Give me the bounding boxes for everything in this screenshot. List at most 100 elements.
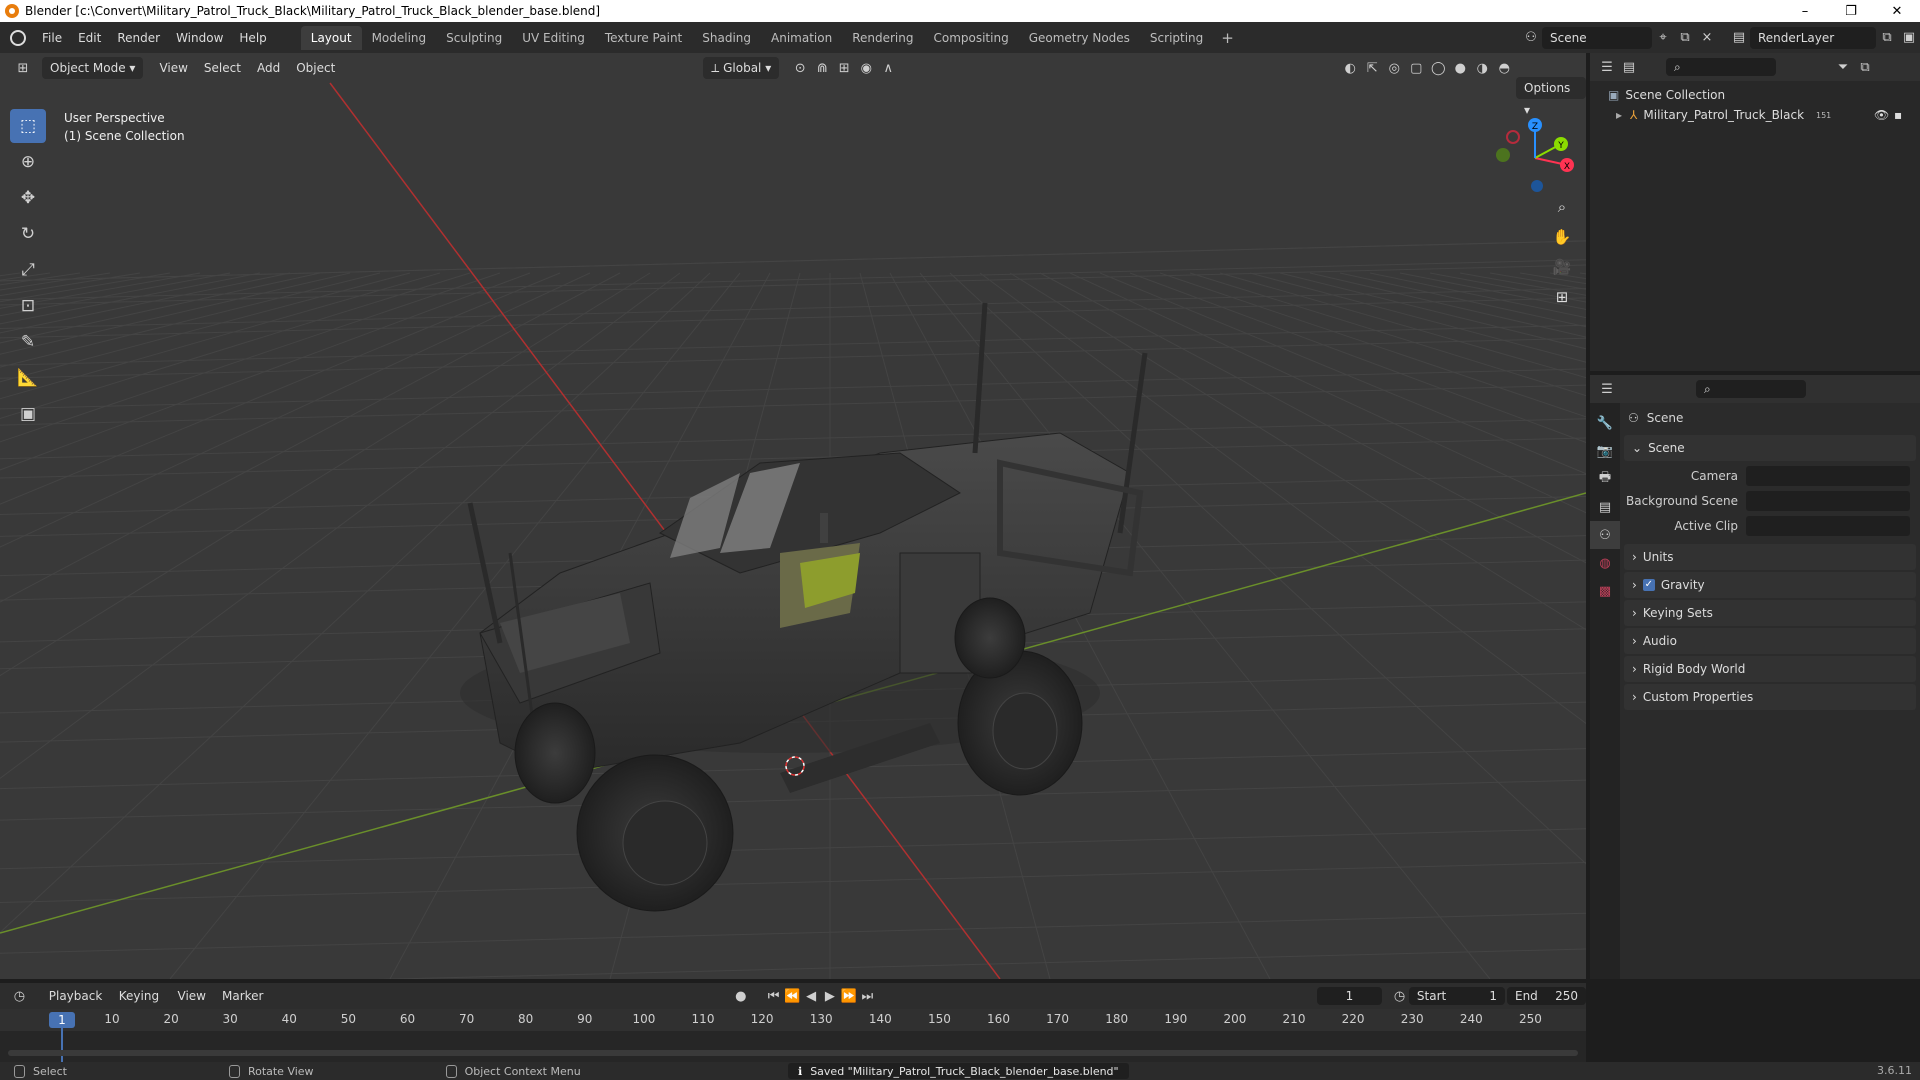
delete-view-layer-icon[interactable]: ▣ bbox=[1898, 27, 1920, 49]
render-camera-icon[interactable]: ▪ bbox=[1894, 108, 1902, 122]
jump-end-icon[interactable]: ⏭ bbox=[858, 985, 877, 1007]
menu-keying[interactable]: Keying ▾ bbox=[111, 985, 170, 1025]
3d-viewport[interactable]: ⊞ Object Mode ▾ View Select Add Object ⟂… bbox=[0, 53, 1586, 979]
new-scene-icon[interactable]: ⧉ bbox=[1674, 27, 1696, 49]
falloff-icon[interactable]: ∧ bbox=[877, 57, 899, 79]
menu-edit[interactable]: Edit bbox=[70, 27, 109, 49]
menu-playback[interactable]: Playback ▾ bbox=[41, 985, 111, 1025]
proportional-edit-icon[interactable]: ◉ bbox=[855, 57, 877, 79]
menu-marker[interactable]: Marker bbox=[214, 985, 271, 1007]
world-tab-icon[interactable]: ◍ bbox=[1590, 549, 1620, 577]
add-cube-icon[interactable]: ▣ bbox=[10, 397, 46, 431]
gizmo-neg-y-axis[interactable] bbox=[1496, 148, 1510, 162]
current-frame-indicator[interactable]: 1 bbox=[49, 1012, 75, 1028]
close-button[interactable]: ✕ bbox=[1874, 0, 1920, 22]
overlay-toggle-icon[interactable]: ◎ bbox=[1383, 57, 1405, 79]
tab-animation[interactable]: Animation bbox=[761, 26, 842, 50]
camera-field[interactable] bbox=[1746, 465, 1910, 486]
delete-scene-icon[interactable]: × bbox=[1696, 27, 1718, 49]
menu-add[interactable]: Add bbox=[249, 57, 288, 79]
gizmo-neg-x-axis[interactable] bbox=[1506, 130, 1520, 144]
menu-view[interactable]: View bbox=[151, 57, 195, 79]
current-frame-field[interactable]: 1 bbox=[1316, 987, 1383, 1005]
scene-tab-icon[interactable]: ⚇ bbox=[1590, 521, 1620, 549]
properties-search-input[interactable]: ⌕ bbox=[1696, 380, 1806, 398]
options-dropdown[interactable]: Options ▾ bbox=[1516, 77, 1586, 117]
background-scene-field[interactable] bbox=[1746, 490, 1910, 511]
maximize-button[interactable]: ❐ bbox=[1828, 0, 1874, 22]
visibility-eye-icon[interactable]: 👁 bbox=[1874, 108, 1889, 122]
view-layer-icon[interactable]: ▤ bbox=[1728, 27, 1750, 49]
tab-shading[interactable]: Shading bbox=[692, 26, 761, 50]
object-mode-dropdown[interactable]: Object Mode ▾ bbox=[42, 57, 144, 79]
scale-icon[interactable]: ⤢ bbox=[10, 253, 46, 287]
transform-icon[interactable]: ⊡ bbox=[10, 289, 46, 323]
zoom-icon[interactable]: ⌕ bbox=[1548, 193, 1576, 221]
tab-geometry-nodes[interactable]: Geometry Nodes bbox=[1019, 26, 1140, 50]
blender-menu-icon[interactable] bbox=[10, 29, 26, 46]
move-icon[interactable]: ✥ bbox=[10, 181, 46, 215]
snap-target-icon[interactable]: ⊞ bbox=[833, 57, 855, 79]
panel-keying-sets[interactable]: › Keying Sets bbox=[1624, 600, 1916, 626]
play-reverse-icon[interactable]: ◀ bbox=[802, 985, 821, 1007]
texture-tab-icon[interactable]: ▩ bbox=[1590, 577, 1620, 605]
record-icon[interactable]: ● bbox=[731, 985, 750, 1007]
end-frame-field[interactable]: End 250 bbox=[1506, 987, 1587, 1005]
material-shading-icon[interactable]: ◑ bbox=[1471, 57, 1493, 79]
jump-start-icon[interactable]: ⏮ bbox=[764, 985, 783, 1007]
scene-name-field[interactable]: Scene bbox=[1542, 26, 1652, 49]
rendered-shading-icon[interactable]: ◓ bbox=[1493, 57, 1515, 79]
panel-rigid-body-world[interactable]: › Rigid Body World bbox=[1624, 656, 1916, 682]
solid-shading-icon[interactable]: ● bbox=[1449, 57, 1471, 79]
tab-sculpting[interactable]: Sculpting bbox=[436, 26, 512, 50]
scene-icon[interactable]: ⚇ bbox=[1520, 27, 1542, 49]
menu-timeline-view[interactable]: View bbox=[170, 985, 214, 1007]
tab-uv-editing[interactable]: UV Editing bbox=[512, 26, 595, 50]
wireframe-shading-icon[interactable]: ◯ bbox=[1427, 57, 1449, 79]
tab-scripting[interactable]: Scripting bbox=[1140, 26, 1213, 50]
menu-help[interactable]: Help bbox=[231, 27, 274, 49]
outliner-scene-collection[interactable]: ▣ Scene Collection bbox=[1590, 85, 1920, 105]
timeline-editor-type-icon[interactable]: ◷ bbox=[10, 985, 29, 1007]
filter-icon[interactable]: ⏷ bbox=[1832, 56, 1854, 78]
gravity-checkbox[interactable]: ✓ bbox=[1642, 579, 1655, 591]
xray-toggle-icon[interactable]: ▢ bbox=[1405, 57, 1427, 79]
start-frame-field[interactable]: Start 1 bbox=[1408, 987, 1505, 1005]
output-tab-icon[interactable]: 🖶 bbox=[1590, 465, 1620, 493]
display-mode-icon[interactable]: ▤ bbox=[1618, 56, 1640, 78]
ortho-grid-icon[interactable]: ⊞ bbox=[1548, 283, 1576, 311]
prev-keyframe-icon[interactable]: ⏪ bbox=[783, 985, 802, 1007]
pan-hand-icon[interactable]: ✋ bbox=[1548, 223, 1576, 251]
outliner-editor-type-icon[interactable]: ☰ bbox=[1596, 56, 1618, 78]
view-layer-field[interactable]: RenderLayer bbox=[1750, 26, 1876, 49]
menu-object[interactable]: Object bbox=[288, 57, 343, 79]
gizmo-neg-z-axis[interactable] bbox=[1531, 180, 1543, 192]
tab-rendering[interactable]: Rendering bbox=[842, 26, 923, 50]
transform-orientation-dropdown[interactable]: ⟂ Global ▾ bbox=[703, 57, 780, 79]
panel-units[interactable]: › Units bbox=[1624, 544, 1916, 570]
menu-file[interactable]: File bbox=[34, 27, 70, 49]
play-icon[interactable]: ▶ bbox=[820, 985, 839, 1007]
add-workspace-button[interactable]: + bbox=[1213, 29, 1242, 47]
pivot-point-icon[interactable]: ⊙ bbox=[789, 57, 811, 79]
expand-arrow-icon[interactable]: ▸ bbox=[1616, 108, 1622, 122]
outliner-search-input[interactable]: ⌕ bbox=[1666, 58, 1776, 76]
menu-window[interactable]: Window bbox=[168, 27, 231, 49]
tab-texture-paint[interactable]: Texture Paint bbox=[595, 26, 692, 50]
panel-scene[interactable]: ⌄ Scene bbox=[1624, 435, 1916, 461]
frame-ruler[interactable]: 1 10 20 30 40 50 60 70 80 90 100 110 120 130 140 150 16… bbox=[0, 1009, 1586, 1031]
panel-audio[interactable]: › Audio bbox=[1624, 628, 1916, 654]
menu-select[interactable]: Select bbox=[196, 57, 249, 79]
measure-icon[interactable]: 📐 bbox=[10, 361, 46, 395]
select-box-icon[interactable]: ⬚ bbox=[10, 109, 46, 143]
playhead[interactable] bbox=[61, 1027, 63, 1062]
rotate-icon[interactable]: ↻ bbox=[10, 217, 46, 251]
navigation-gizmo[interactable]: X Y Z bbox=[1490, 113, 1580, 203]
pin-icon[interactable]: ⌖ bbox=[1652, 27, 1674, 49]
view-layer-tab-icon[interactable]: ▤ bbox=[1590, 493, 1620, 521]
tool-tab-icon[interactable]: 🔧 bbox=[1590, 409, 1620, 437]
outliner-item[interactable]: ▸ ⅄ Military_Patrol_Truck_Black 151 👁 ▪ bbox=[1590, 105, 1920, 125]
tab-layout[interactable]: Layout bbox=[300, 25, 362, 50]
panel-custom-properties[interactable]: › Custom Properties bbox=[1624, 684, 1916, 710]
timeline-scrollbar[interactable] bbox=[8, 1050, 1578, 1056]
